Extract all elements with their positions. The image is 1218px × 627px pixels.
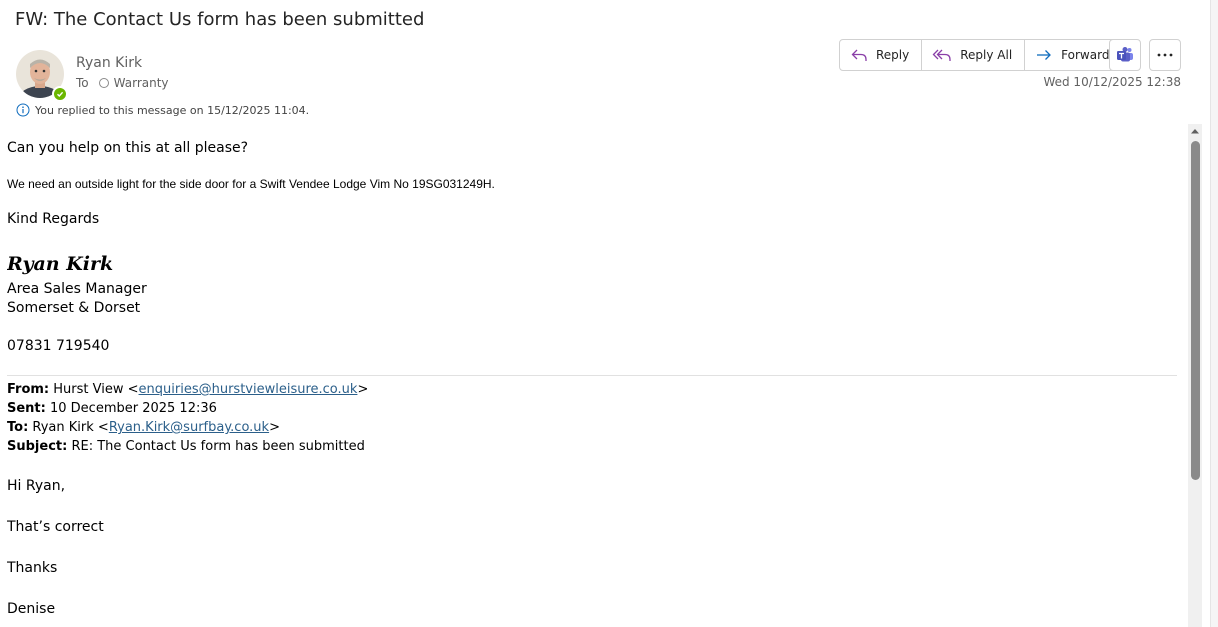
from-email-link[interactable]: enquiries@hurstviewleisure.co.uk (139, 382, 358, 397)
window-edge (1210, 0, 1218, 627)
teams-icon (1117, 47, 1133, 62)
from-label: From: (7, 382, 50, 397)
signature-region: Somerset & Dorset (7, 300, 141, 316)
forward-button[interactable]: Forward (1025, 40, 1121, 70)
forwarded-sent: Sent: 10 December 2025 12:36 (7, 401, 217, 416)
sender-name[interactable]: Ryan Kirk (76, 55, 142, 71)
forward-label: Forward (1061, 48, 1110, 62)
divider (7, 375, 1177, 376)
body-line: Thanks (7, 560, 58, 576)
info-icon (16, 103, 30, 117)
replied-info: You replied to this message on 15/12/202… (16, 103, 309, 117)
scroll-up-arrow-icon[interactable] (1190, 126, 1200, 136)
signature-phone: 07831 719540 (7, 338, 110, 354)
reply-icon (851, 49, 867, 61)
handwritten-signature: Ryan Kirk (7, 253, 114, 275)
sent-value: 10 December 2025 12:36 (50, 401, 217, 416)
reply-all-icon (932, 49, 951, 61)
signature-title: Area Sales Manager (7, 281, 147, 297)
more-icon (1157, 53, 1173, 57)
message-actions: Reply Reply All Forward (839, 39, 1123, 71)
subject-label: Subject: (7, 439, 68, 454)
to-email-link[interactable]: Ryan.Kirk@surfbay.co.uk (109, 420, 269, 435)
reply-all-button[interactable]: Reply All (922, 40, 1026, 70)
forward-icon (1037, 50, 1052, 60)
body-line: Hi Ryan, (7, 478, 66, 494)
to-label: To (76, 76, 89, 90)
reply-label: Reply (876, 48, 910, 62)
to-name: Ryan Kirk < (32, 420, 109, 435)
body-line: Denise (7, 601, 56, 617)
body-line: We need an outside light for the side do… (7, 177, 495, 191)
from-name: Hurst View < (53, 382, 139, 397)
forwarded-from: From: Hurst View <enquiries@hurstviewlei… (7, 382, 368, 397)
reply-all-label: Reply All (960, 48, 1013, 62)
email-subject: FW: The Contact Us form has been submitt… (15, 9, 425, 30)
teams-button[interactable] (1109, 39, 1141, 71)
subject-value: RE: The Contact Us form has been submitt… (71, 439, 365, 454)
body-line: Can you help on this at all please? (7, 140, 249, 156)
to-close: > (269, 420, 280, 435)
more-actions-button[interactable] (1149, 39, 1181, 71)
presence-available-icon (52, 86, 68, 102)
reply-button[interactable]: Reply (840, 40, 923, 70)
scrollbar-thumb[interactable] (1191, 141, 1200, 480)
recipient-row: To Warranty (76, 76, 169, 90)
body-line: That’s correct (7, 519, 104, 535)
to-label-forwarded: To: (7, 420, 29, 435)
recipient-name[interactable]: Warranty (114, 76, 169, 90)
message-date: Wed 10/12/2025 12:38 (1043, 75, 1181, 89)
forwarded-to: To: Ryan Kirk <Ryan.Kirk@surfbay.co.uk> (7, 420, 280, 435)
replied-info-text: You replied to this message on 15/12/202… (35, 103, 310, 117)
forwarded-subject: Subject: RE: The Contact Us form has bee… (7, 439, 365, 454)
body-line: Kind Regards (7, 211, 100, 227)
from-close: > (357, 382, 369, 397)
recipient-status-icon (98, 78, 109, 88)
sent-label: Sent: (7, 401, 46, 416)
message-body: Can you help on this at all please? We n… (7, 128, 1179, 627)
